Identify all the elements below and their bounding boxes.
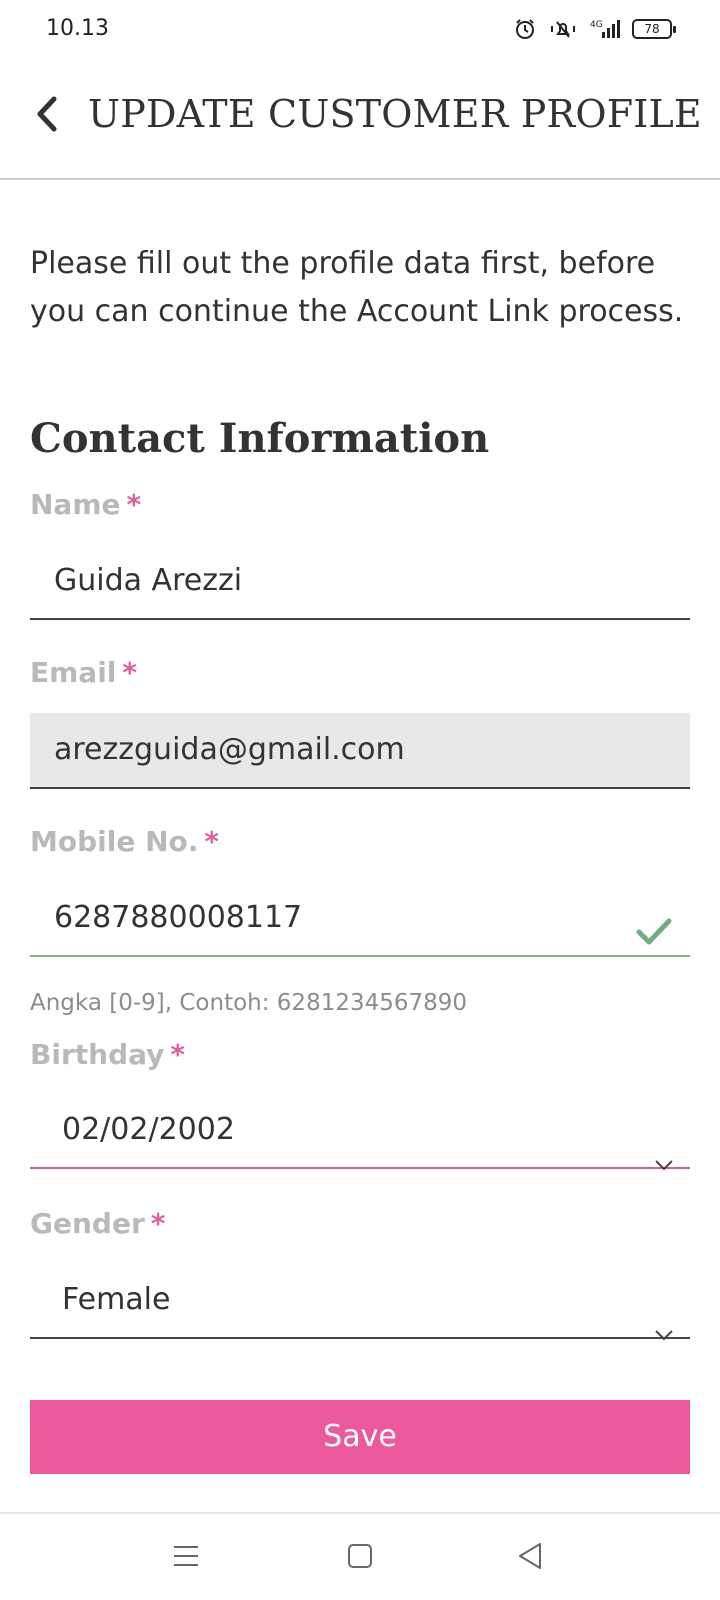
birthday-select[interactable]: 02/02/2002 bbox=[30, 1093, 690, 1171]
mobile-field[interactable]: 6287880008117 bbox=[30, 881, 690, 957]
mobile-value: 6287880008117 bbox=[54, 900, 303, 935]
save-button[interactable]: Save bbox=[30, 1400, 690, 1474]
email-value: arezzguida@gmail.com bbox=[54, 732, 405, 767]
chevron-down-icon bbox=[654, 1125, 674, 1199]
intro-text: Please fill out the profile data first, … bbox=[30, 246, 684, 329]
menu-icon bbox=[173, 1544, 199, 1572]
page-title: UPDATE CUSTOMER PROFILE bbox=[88, 92, 702, 136]
birthday-label: Birthday * bbox=[30, 1038, 185, 1071]
name-label-text: Name bbox=[30, 488, 121, 521]
mute-vibrate-icon bbox=[548, 18, 578, 40]
gender-label-text: Gender bbox=[30, 1207, 145, 1240]
email-field[interactable]: arezzguida@gmail.com bbox=[30, 713, 690, 789]
status-icons: 4G 78 bbox=[514, 18, 676, 40]
gender-label: Gender * bbox=[30, 1207, 165, 1240]
system-nav-bar bbox=[0, 1512, 720, 1600]
email-label: Email * bbox=[30, 656, 137, 689]
mobile-label: Mobile No. * bbox=[30, 825, 219, 858]
name-field[interactable]: Guida Arezzi bbox=[30, 544, 690, 620]
status-bar: 10.13 4G 78 bbox=[0, 0, 720, 64]
name-label: Name * bbox=[30, 488, 141, 521]
gender-value: Female bbox=[62, 1282, 171, 1317]
triangle-back-icon bbox=[517, 1542, 543, 1574]
network-label: 4G bbox=[590, 20, 603, 30]
mobile-hint: Angka [0-9], Contoh: 6281234567890 bbox=[30, 990, 468, 1016]
required-mark: * bbox=[126, 488, 142, 521]
name-value: Guida Arezzi bbox=[54, 563, 243, 598]
required-mark: * bbox=[150, 1207, 166, 1240]
chevron-left-icon bbox=[34, 96, 58, 136]
battery-icon: 78 bbox=[632, 19, 676, 39]
birthday-label-text: Birthday bbox=[30, 1038, 165, 1071]
required-mark: * bbox=[122, 656, 138, 689]
alarm-icon bbox=[514, 18, 536, 40]
required-mark: * bbox=[204, 825, 220, 858]
back-button[interactable] bbox=[24, 94, 68, 138]
chevron-down-icon bbox=[654, 1295, 674, 1369]
app-header: UPDATE CUSTOMER PROFILE bbox=[0, 64, 720, 180]
gender-select[interactable]: Female bbox=[30, 1263, 690, 1341]
status-time: 10.13 bbox=[46, 16, 109, 41]
nav-back-button[interactable] bbox=[510, 1538, 550, 1578]
birthday-value: 02/02/2002 bbox=[62, 1112, 235, 1147]
square-home-icon bbox=[347, 1543, 373, 1573]
mobile-label-text: Mobile No. bbox=[30, 825, 199, 858]
email-label-text: Email bbox=[30, 656, 117, 689]
nav-home-button[interactable] bbox=[340, 1538, 380, 1578]
required-mark: * bbox=[170, 1038, 186, 1071]
nav-menu-button[interactable] bbox=[166, 1538, 206, 1578]
signal-icon: 4G bbox=[590, 18, 620, 40]
check-icon bbox=[636, 901, 672, 975]
section-title: Contact Information bbox=[30, 415, 490, 462]
